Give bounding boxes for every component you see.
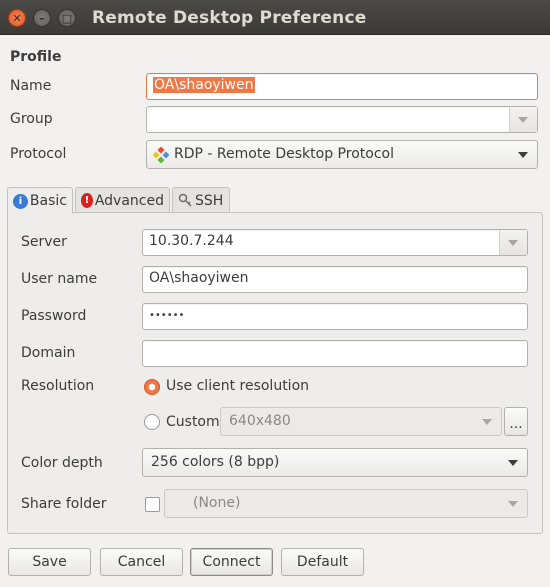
tab-advanced-label: Advanced [94,192,164,209]
domain-label: Domain [21,345,76,361]
server-label: Server [21,234,67,250]
share-folder-checkbox[interactable] [145,497,160,512]
color-depth-label: Color depth [21,455,103,471]
group-combo-entry[interactable] [146,106,538,133]
share-folder-select[interactable]: (None) [164,489,528,518]
title-bar: ✕ – □ Remote Desktop Preference [0,0,550,35]
server-value: 10.30.7.244 [149,233,234,249]
cancel-button-label: Cancel [117,554,166,570]
protocol-value: RDP - Remote Desktop Protocol [174,146,394,162]
ellipsis-icon: ... [509,415,523,432]
chevron-down-icon [508,501,518,507]
tab-advanced[interactable]: ! Advanced [75,187,170,213]
save-button-label: Save [32,554,67,570]
color-depth-value: 256 colors (8 bpp) [151,454,280,470]
resolution-more-button[interactable]: ... [504,407,528,436]
profile-heading: Profile [10,49,62,65]
server-combo-entry[interactable]: 10.30.7.244 [142,229,528,256]
tab-ssh[interactable]: SSH [172,187,230,213]
username-value: OA\shaoyiwen [149,270,249,286]
window-title: Remote Desktop Preference [92,8,367,28]
chevron-down-icon [518,117,528,123]
use-client-resolution-radio[interactable] [144,379,160,395]
connect-button-label: Connect [202,554,261,570]
key-icon [178,193,192,207]
default-button-label: Default [296,554,349,570]
name-label: Name [10,78,52,94]
custom-resolution-select[interactable]: 640x480 [220,407,502,436]
share-folder-label: Share folder [21,496,107,512]
custom-resolution-label[interactable]: Custom [166,414,220,430]
minimize-icon: – [39,11,45,25]
save-button[interactable]: Save [8,548,91,576]
close-button[interactable]: ✕ [8,9,26,27]
protocol-label: Protocol [10,146,67,162]
group-dropdown-button[interactable] [509,107,537,132]
custom-resolution-radio[interactable] [144,414,160,430]
group-label: Group [10,111,53,127]
cancel-button[interactable]: Cancel [100,548,183,576]
resolution-label: Resolution [21,378,95,394]
chevron-down-icon [508,460,518,466]
maximize-icon: □ [61,11,73,25]
chevron-down-icon [482,419,492,425]
password-label: Password [21,308,87,324]
username-label: User name [21,271,98,287]
color-depth-select[interactable]: 256 colors (8 bpp) [142,448,528,477]
password-input[interactable]: •••••• [142,303,528,330]
domain-input[interactable] [142,340,528,367]
custom-resolution-value: 640x480 [229,413,291,429]
basic-tab-panel [7,212,543,534]
chevron-down-icon [518,152,528,158]
tab-basic-label: Basic [29,193,67,209]
protocol-select[interactable]: RDP - Remote Desktop Protocol [146,140,538,169]
name-input-value: OA\shaoyiwen [153,77,255,93]
username-input[interactable]: OA\shaoyiwen [142,266,528,293]
warning-icon: ! [81,193,93,208]
server-dropdown-button[interactable] [499,230,527,255]
tab-ssh-label: SSH [195,192,224,209]
maximize-button[interactable]: □ [58,9,76,27]
password-value: •••••• [149,310,185,321]
chevron-down-icon [508,240,518,246]
close-icon: ✕ [12,11,22,25]
default-button[interactable]: Default [281,548,364,576]
share-folder-value: (None) [193,495,241,511]
rdp-protocol-icon [153,147,169,163]
connect-button[interactable]: Connect [190,548,273,576]
use-client-resolution-label[interactable]: Use client resolution [166,378,309,394]
info-icon: i [13,193,28,209]
tab-basic[interactable]: i Basic [7,187,73,214]
name-input[interactable]: OA\shaoyiwen [146,73,538,100]
minimize-button[interactable]: – [33,9,51,27]
